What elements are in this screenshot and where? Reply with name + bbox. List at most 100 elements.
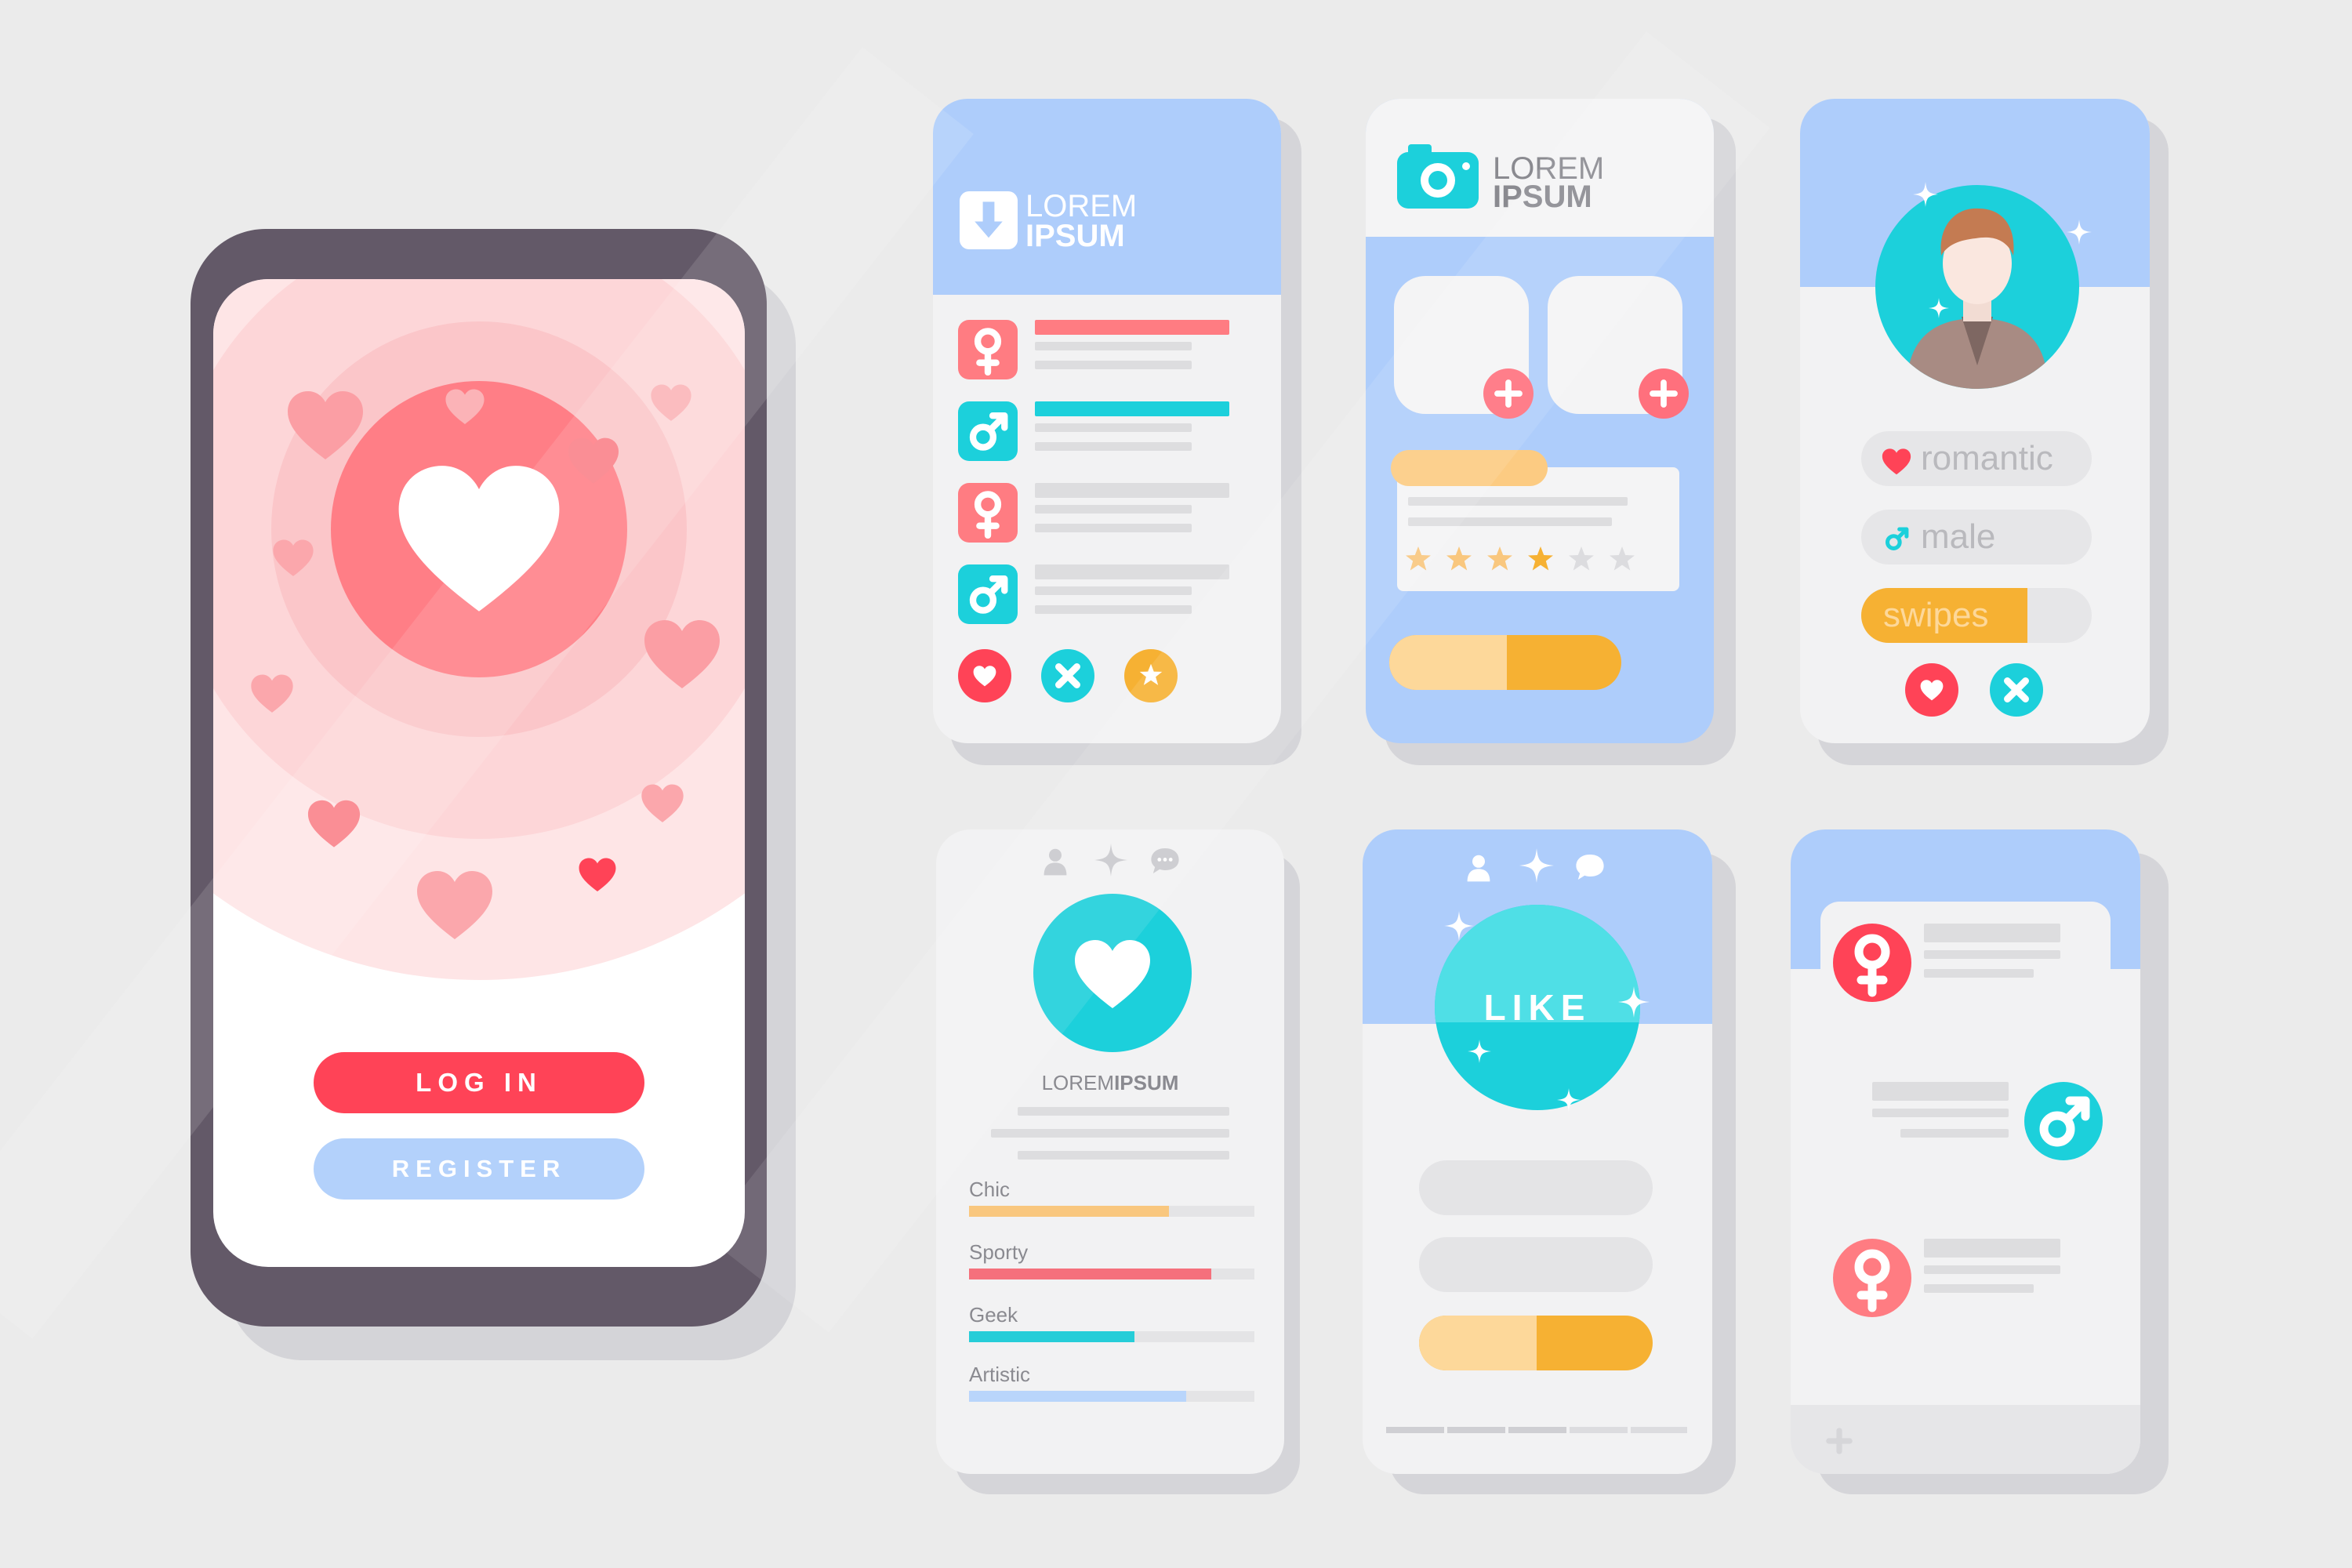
option-pill[interactable]	[1419, 1160, 1653, 1215]
profile-line	[1018, 1107, 1229, 1116]
photo-screen: LOREM IPSUM	[1366, 99, 1714, 743]
option-pill-active[interactable]	[1419, 1316, 1653, 1370]
add-icon[interactable]	[1816, 1417, 1863, 1465]
message-line	[1900, 1129, 2009, 1138]
female-icon	[1833, 1239, 1911, 1317]
trait-bar-fill	[969, 1206, 1169, 1217]
star-filled-icon[interactable]	[1403, 544, 1433, 574]
trait-bar	[969, 1269, 1254, 1279]
heart-circle[interactable]	[331, 381, 627, 677]
page-dot	[1447, 1427, 1505, 1433]
page-dot	[1508, 1427, 1566, 1433]
trait-label: Artistic	[969, 1363, 1030, 1386]
list-logo-line1: LOREM	[1025, 189, 1138, 223]
message-line	[1872, 1082, 2009, 1101]
chat-avatar-female[interactable]	[1833, 1239, 1911, 1317]
floating-heart-icon	[566, 437, 621, 485]
add-photo-button[interactable]	[1483, 368, 1534, 419]
page-indicator	[1386, 1427, 1687, 1433]
list-row-male-badge[interactable]	[958, 564, 1018, 624]
profile-heart-button[interactable]	[1905, 663, 1958, 717]
tag-romantic[interactable]: romantic	[1861, 431, 2092, 486]
heart-icon	[973, 666, 996, 687]
sparkle-icon	[1444, 911, 1474, 941]
option-pill[interactable]	[1419, 1237, 1653, 1292]
floating-heart-icon	[414, 870, 495, 941]
star-filled-icon[interactable]	[1444, 544, 1474, 574]
floating-heart-icon	[284, 390, 367, 461]
list-row-line	[1035, 524, 1192, 532]
tag-male[interactable]: male	[1861, 510, 2092, 564]
plus-icon	[1639, 368, 1689, 419]
list-row-line	[1035, 361, 1192, 369]
list-row-title	[1035, 483, 1229, 498]
list-row-line	[1035, 505, 1192, 514]
profile-close-button[interactable]	[1990, 663, 2043, 717]
profile-name: LOREMIPSUM	[936, 1071, 1284, 1095]
list-row-male-badge[interactable]	[958, 401, 1018, 461]
match-heart-circle[interactable]	[1033, 894, 1192, 1052]
female-icon	[958, 320, 1018, 379]
heart-icon	[395, 464, 563, 615]
trait-bar	[969, 1206, 1254, 1217]
profile-screen: romantic male swipes	[1800, 99, 2150, 743]
sparkle-icon	[1468, 1040, 1491, 1063]
message-line	[1924, 924, 2060, 942]
star-filled-icon[interactable]	[1526, 544, 1555, 574]
sparkle-icon	[1618, 986, 1650, 1018]
list-row-line	[1035, 586, 1192, 595]
floating-heart-icon	[641, 619, 723, 690]
sparkle-icon	[1094, 844, 1127, 877]
trait-label: Geek	[969, 1303, 1018, 1327]
star-empty-icon[interactable]	[1566, 544, 1596, 574]
chat-avatar-male[interactable]	[2024, 1082, 2103, 1160]
floating-heart-icon	[306, 800, 362, 848]
star-icon	[1138, 662, 1164, 688]
profile-name-bold: IPSUM	[1114, 1071, 1179, 1094]
female-icon	[1833, 924, 1911, 1002]
chat-icon	[1149, 845, 1181, 877]
floating-heart-icon	[640, 784, 685, 823]
trait-bar	[969, 1331, 1254, 1342]
list-heart-button[interactable]	[958, 649, 1011, 702]
profile-line	[1018, 1151, 1229, 1160]
heart-icon	[1073, 939, 1152, 1010]
list-row-female-badge[interactable]	[958, 320, 1018, 379]
rating-stars[interactable]	[1403, 544, 1662, 575]
list-row-line	[1035, 442, 1192, 451]
list-row-female-badge[interactable]	[958, 483, 1018, 543]
chat-avatar-female[interactable]	[1833, 924, 1911, 1002]
avatar[interactable]	[1875, 185, 2079, 389]
list-row-line	[1035, 342, 1192, 350]
list-star-button[interactable]	[1124, 649, 1178, 702]
chat-screen	[1791, 829, 2140, 1474]
list-logo-line2: IPSUM	[1025, 219, 1125, 253]
tag-swipes[interactable]: swipes	[1861, 588, 2092, 643]
photo-submit-button[interactable]	[1389, 635, 1621, 690]
tag-label: male	[1921, 517, 1996, 556]
add-photo-button[interactable]	[1639, 368, 1689, 419]
login-screen: LOG IN REGISTER	[213, 279, 745, 1267]
login-button[interactable]: LOG IN	[314, 1052, 644, 1113]
message-line	[1924, 1284, 2034, 1293]
list-screen: LOREM IPSUM	[933, 99, 1281, 743]
close-icon	[1990, 663, 2043, 717]
trait-bar-fill	[969, 1269, 1212, 1279]
tag-label: romantic	[1921, 439, 2053, 477]
star-empty-icon[interactable]	[1607, 544, 1637, 574]
heart-icon	[1882, 448, 1911, 475]
plus-icon	[1483, 368, 1534, 419]
floating-heart-icon	[649, 384, 693, 422]
pill-highlight	[1419, 1316, 1537, 1370]
list-close-button[interactable]	[1041, 649, 1094, 702]
chat-icon	[1574, 851, 1606, 883]
sparkle-icon	[1557, 1088, 1581, 1112]
star-filled-icon[interactable]	[1485, 544, 1515, 574]
register-button[interactable]: REGISTER	[314, 1138, 644, 1200]
floating-heart-icon	[249, 674, 295, 713]
sparkle-icon	[2067, 220, 2092, 245]
list-row-title	[1035, 401, 1229, 416]
login-button-label: LOG IN	[416, 1068, 543, 1097]
list-row-title	[1035, 320, 1229, 335]
floating-heart-icon	[577, 858, 618, 892]
